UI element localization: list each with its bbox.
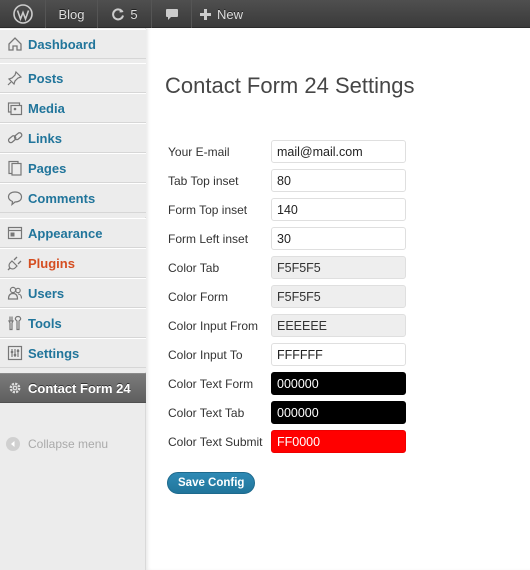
field-row-form-left-inset: Form Left inset <box>168 227 408 250</box>
pushpin-icon <box>6 69 24 87</box>
color-input-from-input[interactable] <box>271 314 406 337</box>
media-icon <box>6 99 24 117</box>
color-text-tab-input[interactable] <box>271 401 406 424</box>
tab-top-inset-input[interactable] <box>271 169 406 192</box>
field-row-tab-top-inset: Tab Top inset <box>168 169 408 192</box>
sidebar-item-label: Tools <box>28 315 62 331</box>
site-name-label: Blog <box>58 6 85 22</box>
field-row-form-top-inset: Form Top inset <box>168 198 408 221</box>
color-text-submit-input[interactable] <box>271 430 406 453</box>
color-text-form-input[interactable] <box>271 372 406 395</box>
plug-icon <box>6 254 24 272</box>
comments-button[interactable] <box>152 0 192 28</box>
sidebar-item-label: Users <box>28 285 65 301</box>
new-content-button[interactable]: New <box>192 0 243 28</box>
field-label: Form Top inset <box>168 202 248 217</box>
admin-sidebar: Dashboard Posts Media Links Pages Commen… <box>0 28 154 570</box>
sidebar-item-contact-form-24[interactable]: Contact Form 24 <box>0 373 154 404</box>
sidebar-item-plugins[interactable]: Plugins <box>0 248 146 278</box>
sidebar-item-label: Plugins <box>28 255 75 271</box>
field-label: Color Tab <box>168 260 220 275</box>
menu-separator <box>0 213 146 217</box>
field-label: Color Text Submit <box>168 434 263 449</box>
color-form-input[interactable] <box>271 285 406 308</box>
link-icon <box>6 129 24 147</box>
sidebar-item-media[interactable]: Media <box>0 93 146 123</box>
admin-bar: Blog 5 New <box>0 0 530 28</box>
form-top-inset-input[interactable] <box>271 198 406 221</box>
email-input[interactable] <box>271 140 406 163</box>
refresh-icon <box>112 8 125 21</box>
field-row-color-text-form: Color Text Form <box>168 372 408 395</box>
page-title: Contact Form 24 Settings <box>165 73 415 98</box>
wordpress-logo-button[interactable] <box>0 0 46 28</box>
sidebar-item-label: Links <box>28 130 62 146</box>
field-label: Color Form <box>168 289 229 304</box>
collapse-arrow-icon <box>6 437 20 451</box>
field-row-color-input-to: Color Input To <box>168 343 408 366</box>
menu-separator <box>0 368 146 372</box>
sidebar-item-links[interactable]: Links <box>0 123 146 153</box>
sidebar-item-dashboard[interactable]: Dashboard <box>0 29 146 59</box>
field-row-color-form: Color Form <box>168 285 408 308</box>
users-icon <box>6 284 24 302</box>
appearance-icon <box>6 224 24 242</box>
color-input-to-input[interactable] <box>271 343 406 366</box>
color-tab-input[interactable] <box>271 256 406 279</box>
main-content: Contact Form 24 Settings Your E-mail Tab… <box>146 28 530 570</box>
gear-icon <box>6 379 24 397</box>
field-label: Your E-mail <box>168 144 230 159</box>
field-row-email: Your E-mail <box>168 140 408 163</box>
pages-icon <box>6 159 24 177</box>
form-left-inset-input[interactable] <box>271 227 406 250</box>
sidebar-item-label: Settings <box>28 345 80 361</box>
sidebar-item-label: Dashboard <box>28 36 96 52</box>
comment-icon <box>6 189 24 207</box>
sidebar-item-label: Media <box>28 100 65 116</box>
settings-icon <box>6 344 24 362</box>
wordpress-logo-icon <box>12 4 33 24</box>
sidebar-item-settings[interactable]: Settings <box>0 338 146 368</box>
new-label: New <box>217 6 244 22</box>
sidebar-item-tools[interactable]: Tools <box>0 308 146 338</box>
sidebar-item-pages[interactable]: Pages <box>0 153 146 183</box>
sidebar-item-label: Appearance <box>28 225 103 241</box>
field-label: Color Input From <box>168 318 259 333</box>
sidebar-item-users[interactable]: Users <box>0 278 146 308</box>
collapse-menu-button[interactable]: Collapse menu <box>6 437 108 451</box>
field-label: Color Text Form <box>168 376 254 391</box>
field-row-color-text-submit: Color Text Submit <box>168 430 408 453</box>
field-label: Form Left inset <box>168 231 249 246</box>
sidebar-item-label: Pages <box>28 160 67 176</box>
save-config-button[interactable]: Save Config <box>167 472 256 494</box>
field-label: Color Input To <box>168 347 243 362</box>
comment-bubble-icon <box>165 8 178 20</box>
field-label: Tab Top inset <box>168 173 239 188</box>
field-row-color-input-from: Color Input From <box>168 314 408 337</box>
tools-icon <box>6 314 24 332</box>
field-row-color-tab: Color Tab <box>168 256 408 279</box>
sidebar-item-label: Posts <box>28 70 64 86</box>
dashboard-icon <box>6 35 24 53</box>
sidebar-item-label: Comments <box>28 190 96 206</box>
site-name-link[interactable]: Blog <box>46 0 98 28</box>
sidebar-item-comments[interactable]: Comments <box>0 183 146 213</box>
field-label: Color Text Tab <box>168 405 245 420</box>
sidebar-item-appearance[interactable]: Appearance <box>0 218 146 248</box>
plus-icon <box>200 8 211 20</box>
collapse-menu-label: Collapse menu <box>28 437 109 451</box>
updates-button[interactable]: 5 <box>98 0 152 28</box>
sidebar-item-posts[interactable]: Posts <box>0 63 146 93</box>
field-row-color-text-tab: Color Text Tab <box>168 401 408 424</box>
updates-count: 5 <box>130 6 138 22</box>
sidebar-item-label: Contact Form 24 <box>28 380 131 396</box>
